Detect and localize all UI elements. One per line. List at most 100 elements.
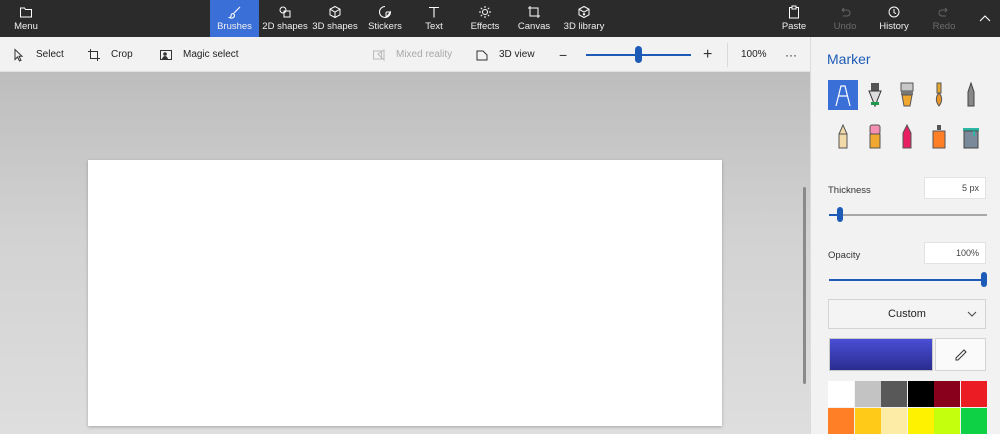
marker-brush[interactable]: [828, 80, 858, 110]
palette-swatch[interactable]: [854, 381, 881, 407]
zoom-out-button[interactable]: −: [559, 37, 567, 72]
more-options-button[interactable]: ···: [785, 37, 797, 72]
undo-icon: [841, 7, 851, 17]
thickness-slider-thumb[interactable]: [836, 207, 843, 222]
watercolor-brush[interactable]: [924, 80, 954, 110]
fill-brush[interactable]: [956, 122, 986, 152]
palette-swatch[interactable]: [934, 381, 960, 407]
crayon-icon: [902, 124, 912, 149]
undo-button[interactable]: Undo: [830, 0, 860, 37]
mixed-reality-tool[interactable]: Mixed reality: [372, 37, 452, 72]
top-ribbon: Menu Brushes 2D shapes 3D shapes Sticker…: [0, 0, 1000, 37]
crop-label: Crop: [111, 49, 133, 60]
crayon-brush[interactable]: [892, 122, 922, 152]
stickers-icon: [379, 6, 392, 18]
crop-icon: [88, 48, 100, 61]
paste-button[interactable]: Paste: [778, 0, 810, 37]
3d-shapes-icon: [329, 5, 341, 19]
brush-icon: [227, 6, 240, 19]
collapse-ribbon-button[interactable]: [976, 0, 994, 37]
palette-swatch[interactable]: [881, 381, 907, 407]
palette-swatch[interactable]: [881, 408, 907, 434]
tab-stickers[interactable]: Stickers: [365, 0, 405, 37]
undo-label: Undo: [833, 21, 857, 32]
oil-brush[interactable]: [892, 80, 922, 110]
opacity-label: Opacity: [828, 250, 861, 261]
palette-swatch[interactable]: [828, 408, 854, 434]
spray-can-brush[interactable]: [924, 122, 954, 152]
zoom-slider-thumb[interactable]: [635, 46, 642, 63]
opacity-slider-thumb[interactable]: [981, 272, 987, 287]
3d-view-toggle[interactable]: 3D view: [475, 37, 535, 72]
palette-swatch[interactable]: [907, 408, 934, 434]
vertical-scrollbar[interactable]: [803, 187, 806, 384]
history-button[interactable]: History: [877, 0, 911, 37]
history-label: History: [879, 21, 909, 32]
opacity-input[interactable]: 100%: [924, 242, 986, 264]
mixed-reality-label: Mixed reality: [396, 49, 453, 60]
palette-swatch[interactable]: [934, 408, 960, 434]
magic-select-tool[interactable]: Magic select: [159, 37, 239, 72]
workspace: [0, 72, 810, 434]
thickness-slider-track[interactable]: [829, 214, 987, 216]
fill-icon: [963, 128, 979, 149]
palette-swatch[interactable]: [854, 408, 881, 434]
cursor-icon: [14, 47, 24, 62]
eyedropper-icon: [955, 348, 967, 360]
tab-label: Text: [425, 21, 443, 32]
tab-3d-shapes[interactable]: 3D shapes: [312, 0, 358, 37]
current-color-swatch[interactable]: [829, 338, 933, 371]
eyedropper-button[interactable]: [935, 338, 986, 371]
palette-swatch[interactable]: [828, 381, 854, 407]
palette-swatch[interactable]: [907, 381, 934, 407]
tab-effects[interactable]: Effects: [466, 0, 504, 37]
tab-3d-library[interactable]: 3D library: [563, 0, 605, 37]
tab-2d-shapes[interactable]: 2D shapes: [262, 0, 308, 37]
effects-icon: [479, 6, 491, 18]
thickness-label: Thickness: [828, 185, 871, 196]
drawing-canvas[interactable]: [88, 160, 722, 426]
toolbar-divider: [727, 43, 728, 67]
clipboard-icon: [789, 5, 799, 19]
3d-view-label: 3D view: [499, 49, 535, 60]
zoom-level[interactable]: 100%: [741, 37, 767, 72]
panel-title: Marker: [827, 51, 871, 67]
thickness-input[interactable]: 5 px: [924, 177, 986, 199]
opacity-slider-fill: [829, 279, 987, 281]
pencil-icon: [838, 124, 848, 149]
pixel-pen-brush[interactable]: [956, 80, 986, 110]
watercolor-icon: [935, 82, 943, 107]
crop-tool[interactable]: Crop: [87, 37, 133, 72]
oil-brush-icon: [900, 82, 914, 107]
tab-label: Canvas: [517, 21, 551, 32]
zoom-in-button[interactable]: +: [703, 37, 712, 72]
palette-swatch[interactable]: [960, 381, 987, 407]
calligraphy-pen-brush[interactable]: [860, 80, 890, 110]
spray-can-icon: [932, 125, 946, 149]
pixel-pen-icon: [967, 82, 975, 107]
tab-brushes[interactable]: Brushes: [210, 0, 259, 37]
3d-library-icon: [578, 5, 590, 19]
tab-label: Effects: [470, 21, 500, 32]
color-mode-dropdown[interactable]: Custom: [828, 299, 986, 329]
chevron-up-icon: [979, 15, 991, 22]
tab-label: 3D library: [563, 21, 605, 32]
folder-icon: [20, 7, 32, 18]
tab-canvas[interactable]: Canvas: [516, 0, 552, 37]
calligraphy-pen-icon: [868, 83, 882, 108]
tab-text[interactable]: Text: [418, 0, 450, 37]
thickness-slider-fill: [829, 214, 837, 216]
tab-label: Brushes: [217, 21, 252, 32]
tab-label: 2D shapes: [262, 21, 308, 32]
mixed-reality-icon: [373, 48, 385, 61]
menu-button[interactable]: Menu: [8, 0, 44, 37]
eraser-brush[interactable]: [860, 122, 890, 152]
redo-button[interactable]: Redo: [930, 0, 958, 37]
redo-label: Redo: [932, 21, 956, 32]
tab-label: Stickers: [368, 21, 402, 32]
canvas-icon: [528, 6, 540, 18]
select-label: Select: [36, 49, 64, 60]
pencil-brush[interactable]: [828, 122, 858, 152]
palette-swatch[interactable]: [960, 408, 987, 434]
select-tool[interactable]: Select: [12, 37, 64, 72]
